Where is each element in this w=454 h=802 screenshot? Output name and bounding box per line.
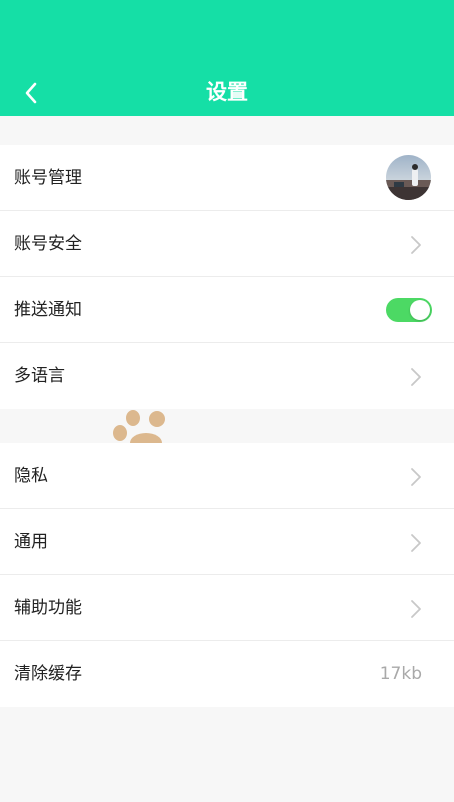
settings-item-label: 通用	[14, 532, 48, 552]
chevron-right-icon	[411, 368, 421, 386]
settings-item-account-security[interactable]: 账号安全	[0, 211, 454, 277]
settings-item-clear-cache[interactable]: 清除缓存 17kb	[0, 641, 454, 707]
toggle-knob	[410, 300, 430, 320]
cache-size-value: 17kb	[379, 664, 422, 684]
settings-item-privacy[interactable]: 隐私	[0, 443, 454, 509]
settings-item-account-management[interactable]: 账号管理	[0, 145, 454, 211]
settings-item-language[interactable]: 多语言	[0, 343, 454, 409]
paw-print-decoration	[113, 410, 165, 443]
chevron-right-icon	[411, 534, 421, 552]
header-bar: 设置	[0, 0, 454, 116]
settings-item-label: 账号管理	[14, 168, 82, 188]
settings-item-label: 隐私	[14, 466, 48, 486]
page-title: 设置	[206, 80, 248, 104]
settings-group-general: 隐私 通用 辅助功能 清除缓存 17kb	[0, 443, 454, 707]
settings-item-accessibility[interactable]: 辅助功能	[0, 575, 454, 641]
settings-item-label: 账号安全	[14, 234, 82, 254]
avatar[interactable]	[386, 155, 431, 200]
settings-item-label: 推送通知	[14, 300, 82, 320]
chevron-right-icon	[411, 468, 421, 486]
settings-item-label: 辅助功能	[14, 598, 82, 618]
settings-item-general[interactable]: 通用	[0, 509, 454, 575]
settings-item-label: 清除缓存	[14, 664, 82, 684]
settings-item-label: 多语言	[14, 366, 65, 386]
push-notification-toggle[interactable]	[386, 298, 432, 322]
settings-item-push-notification: 推送通知	[0, 277, 454, 343]
chevron-right-icon	[411, 600, 421, 618]
chevron-right-icon	[411, 236, 421, 254]
settings-group-account: 账号管理 账号安全 推送通知 多语言	[0, 145, 454, 409]
